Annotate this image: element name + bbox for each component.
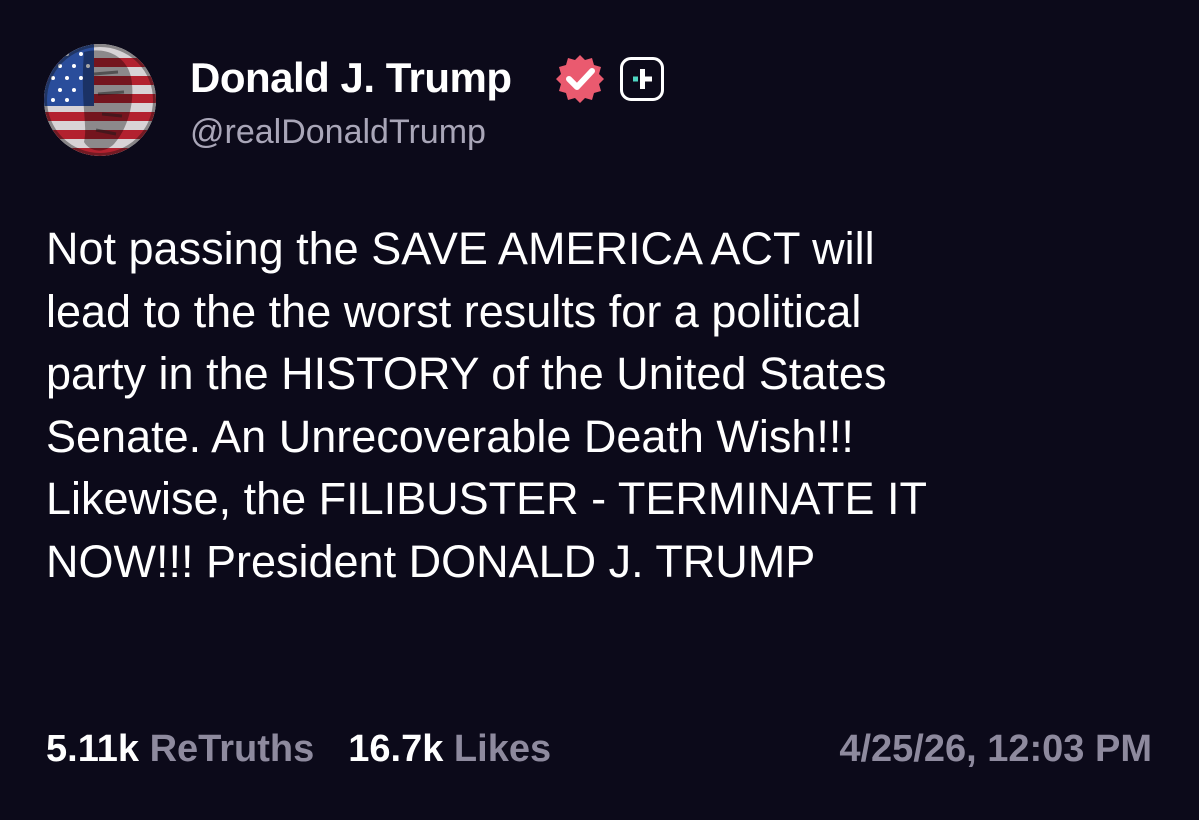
- post-text: Not passing the SAVE AMERICA ACT will le…: [46, 223, 928, 587]
- avatar[interactable]: [44, 44, 156, 156]
- verified-badge-icon: [556, 55, 604, 103]
- likes-label: Likes: [453, 728, 552, 770]
- plus-badge-icon: [620, 57, 664, 101]
- retruths-count: 5.11k: [46, 728, 139, 770]
- user-handle[interactable]: @realDonaldTrump: [190, 110, 486, 154]
- post-card: Donald J. Trump @realDonaldTrump Not pas…: [0, 0, 1199, 820]
- avatar-image: [44, 44, 156, 156]
- likes-count: 16.7k: [348, 728, 444, 770]
- display-name[interactable]: Donald J. Trump: [190, 52, 512, 104]
- post-timestamp[interactable]: 4/25/26, 12:03 PM: [839, 724, 1152, 774]
- retruths-stat[interactable]: 5.11k ReTruths: [46, 724, 314, 774]
- retruths-label: ReTruths: [149, 728, 315, 770]
- post-stats: 5.11k ReTruths 16.7k Likes: [46, 724, 551, 774]
- likes-stat[interactable]: 16.7k Likes: [348, 724, 551, 774]
